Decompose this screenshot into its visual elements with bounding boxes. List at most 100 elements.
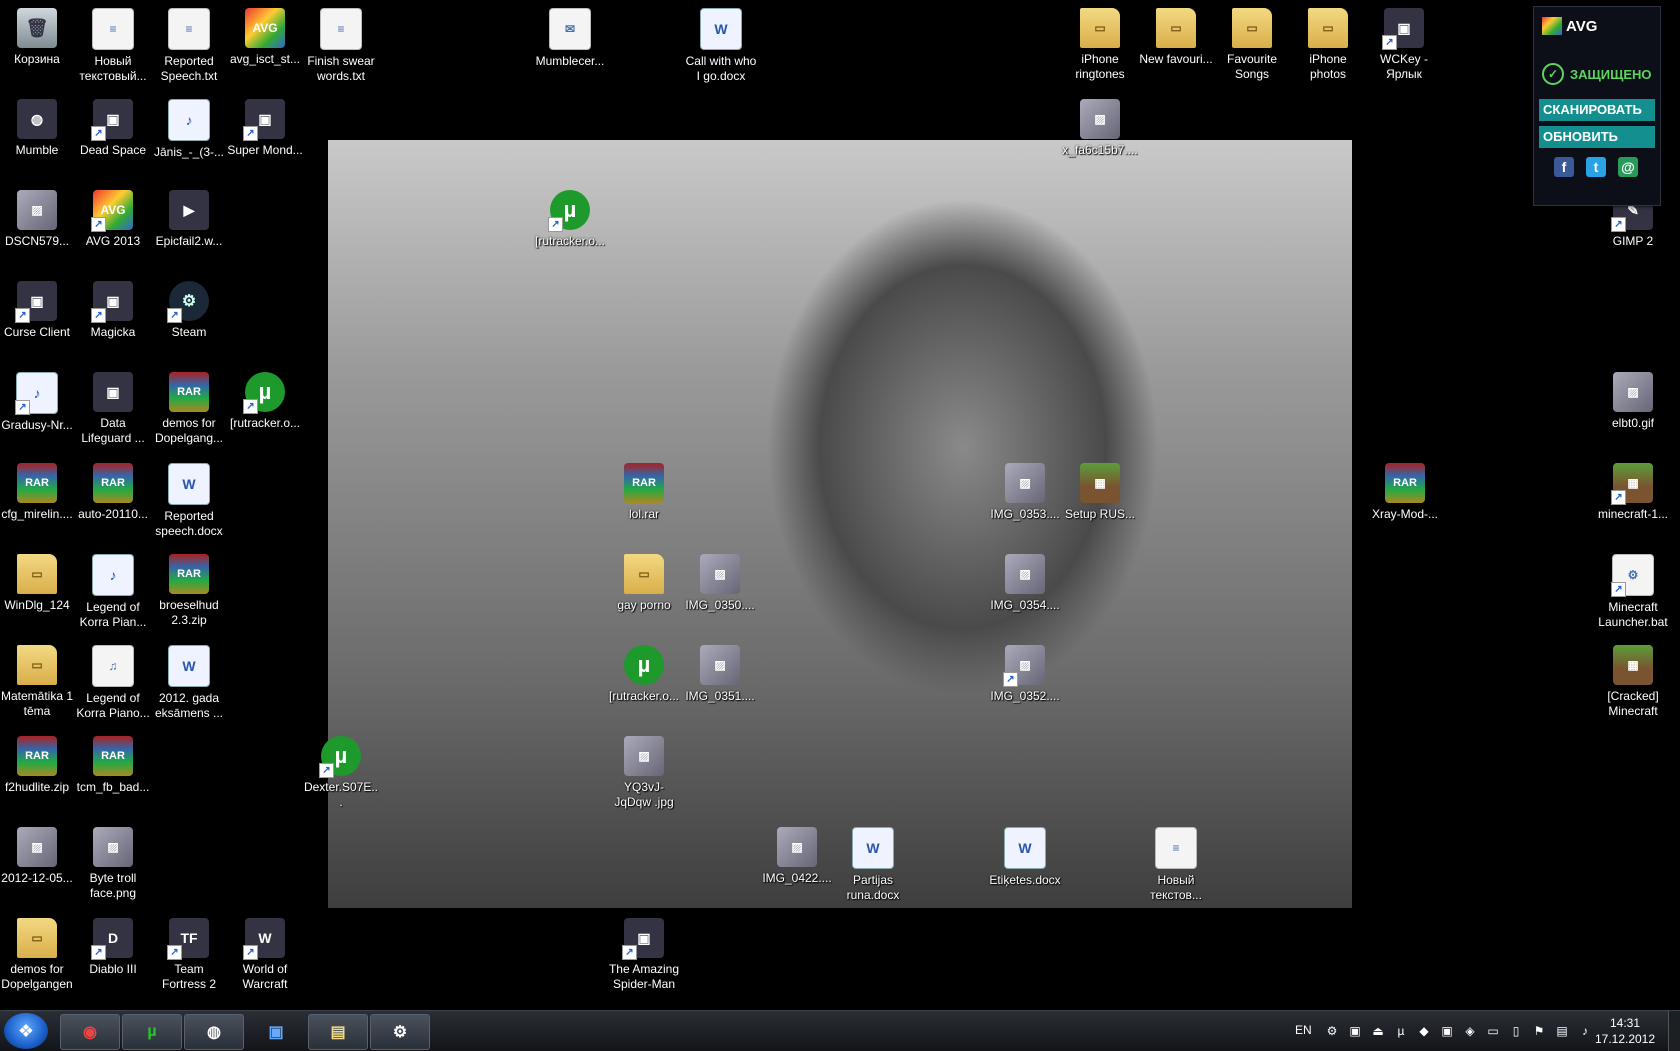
desktop-icon[interactable]: ⚙ ↗ Steam <box>149 277 229 367</box>
desktop-icon[interactable]: RAR f2hudlite.zip <box>0 732 77 822</box>
desktop-icon-label: Setup RUS... <box>1064 507 1136 521</box>
desktop-icon[interactable]: ✉ Mumblecer... <box>530 4 610 94</box>
taskbar-chrome[interactable]: ◉ <box>60 1014 120 1050</box>
desktop-icon[interactable]: ▣ ↗ Dead Space <box>73 95 153 185</box>
desktop-icon[interactable]: ▭ demos for Dopelgangen <box>0 914 77 1004</box>
monitor-tray-icon[interactable]: ▯ <box>1508 1023 1524 1039</box>
folder-icon: ▭ <box>1308 8 1348 48</box>
taskbar-steam[interactable]: ⚙ <box>370 1014 430 1050</box>
facebook-icon[interactable]: f <box>1554 157 1574 177</box>
desktop-icon[interactable]: RAR demos for Dopelgang... <box>149 368 229 458</box>
twitter-icon[interactable]: t <box>1586 157 1606 177</box>
desktop-icon[interactable]: ≡ Reported Speech.txt <box>149 4 229 94</box>
desktop-icon[interactable]: RAR tcm_fb_bad... <box>73 732 153 822</box>
desktop-icon[interactable]: ▭ New favouri... <box>1136 4 1216 94</box>
desktop-icon[interactable]: W 2012. gada eksāmens ... <box>149 641 229 731</box>
desktop-icon-label: YQ3vJ-JqDqw .jpg <box>614 780 674 809</box>
clock[interactable]: 14:31 17.12.2012 <box>1590 1015 1660 1047</box>
desktop-icon[interactable]: ▣ ↗ Magicka <box>73 277 153 367</box>
desktop-icon[interactable]: ≡ Новый текстов... <box>1136 823 1216 913</box>
steam-tray-icon[interactable]: ⚙ <box>1324 1023 1340 1039</box>
desktop-icon[interactable]: W Etiķetes.docx <box>985 823 1065 913</box>
desktop-icon[interactable]: RAR broeselhud 2.3.zip <box>149 550 229 640</box>
desktop-icon[interactable]: ▣ ↗ Super Mond... <box>225 95 305 185</box>
folder-icon: ▭ <box>1156 8 1196 48</box>
avg-update-button[interactable]: ОБНОВИТЬ <box>1539 126 1655 148</box>
desktop-icon[interactable]: 🗑 Корзина <box>0 4 77 94</box>
avg-tray-icon[interactable]: ◆ <box>1416 1023 1432 1039</box>
desktop-icon[interactable]: W ↗ World of Warcraft <box>225 914 305 1004</box>
desktop-icon[interactable]: ▦ [Cracked] Minecraft <box>1593 641 1673 731</box>
mumble-icon: ◍ <box>17 99 57 139</box>
desktop-icon[interactable]: D ↗ Diablo III <box>73 914 153 1004</box>
desktop-icon[interactable]: W Call with who I go.docx <box>681 4 761 94</box>
desktop-icon[interactable]: ▨ DSCN579... <box>0 186 77 276</box>
avg-scan-button[interactable]: СКАНИРОВАТЬ <box>1539 99 1655 121</box>
desktop-icon[interactable]: ▨ ↗ IMG_0352.... <box>985 641 1065 731</box>
desktop-icon[interactable]: µ ↗ Dexter.S07E... <box>301 732 381 822</box>
desktop[interactable]: 🗑 Корзина ≡ Новый текстовый... ≡ Reported Spe… <box>0 0 1680 1010</box>
network-tray-icon[interactable]: ▤ <box>1554 1023 1570 1039</box>
app-tray-icon[interactable]: ▣ <box>1439 1023 1455 1039</box>
desktop-icon-label: Mumblecer... <box>535 54 605 68</box>
desktop-icon[interactable]: ♪ Legend of Korra Pian... <box>73 550 153 640</box>
desktop-icon[interactable]: RAR Xray-Mod-... <box>1365 459 1445 549</box>
desktop-icon[interactable]: ▭ iPhone photos <box>1288 4 1368 94</box>
app-tray-icon[interactable]: ▣ <box>1347 1023 1363 1039</box>
desktop-icon[interactable]: RAR cfg_mirelin.... <box>0 459 77 549</box>
desktop-icon[interactable]: µ [rutracker.o... <box>604 641 684 731</box>
desktop-icon[interactable]: ▨ YQ3vJ-JqDqw .jpg <box>604 732 684 822</box>
utorrent-tray-icon[interactable]: µ <box>1393 1023 1409 1039</box>
start-button[interactable]: ❖ <box>4 1013 48 1049</box>
desktop-icon[interactable]: W Reported speech.docx <box>149 459 229 549</box>
desktop-icon[interactable]: ▨ IMG_0350.... <box>680 550 760 640</box>
desktop-icon[interactable]: ▨ IMG_0422.... <box>757 823 837 913</box>
desktop-icon[interactable]: ≡ Новый текстовый... <box>73 4 153 94</box>
desktop-icon[interactable]: ▣ ↗ Curse Client <box>0 277 77 367</box>
desktop-icon[interactable]: ♪ Jānis_-_(3-... <box>149 95 229 185</box>
desktop-icon[interactable]: RAR lol.rar <box>604 459 684 549</box>
desktop-icon[interactable]: ▣ ↗ The Amazing Spider-Man <box>604 914 684 1004</box>
desktop-icon[interactable]: ▨ elbt0.gif <box>1593 368 1673 458</box>
desktop-icon[interactable]: ▨ Byte troll face.png <box>73 823 153 913</box>
desktop-icon[interactable]: ▶ Epicfail2.w... <box>149 186 229 276</box>
desktop-icon[interactable]: ▭ gay porno <box>604 550 684 640</box>
taskbar-explorer[interactable]: ▤ <box>308 1014 368 1050</box>
desktop-icon[interactable]: ≡ Finish swear words.txt <box>301 4 381 94</box>
nvidia-tray-icon[interactable]: ◈ <box>1462 1023 1478 1039</box>
desktop-icon[interactable]: TF ↗ Team Fortress 2 <box>149 914 229 1004</box>
desktop-icon[interactable]: ▭ iPhone ringtones <box>1060 4 1140 94</box>
desktop-icon[interactable]: ▭ Matemātika 1 tēma <box>0 641 77 731</box>
desktop-icon[interactable]: µ ↗ [rutracker.o... <box>530 186 610 276</box>
desktop-icon[interactable]: ▨ IMG_0354.... <box>985 550 1065 640</box>
desktop-icon[interactable]: ▣ ↗ WCKey - Ярлык <box>1364 4 1444 94</box>
desktop-icon[interactable]: ▭ Favourite Songs <box>1212 4 1292 94</box>
desktop-icon[interactable]: µ ↗ [rutracker.o... <box>225 368 305 458</box>
taskbar-app[interactable]: ▣ <box>246 1014 306 1050</box>
desktop-icon[interactable]: ▨ IMG_0351.... <box>680 641 760 731</box>
taskbar-mumble[interactable]: ◍ <box>184 1014 244 1050</box>
shortcut-arrow-icon: ↗ <box>91 945 106 960</box>
desktop-icon[interactable]: ▦ ↗ minecraft-1... <box>1593 459 1673 549</box>
desktop-icon[interactable]: ⚙ ↗ Minecraft Launcher.bat <box>1593 550 1673 640</box>
community-icon[interactable]: @ <box>1618 157 1638 177</box>
show-desktop-button[interactable] <box>1668 1011 1680 1051</box>
desktop-icon[interactable]: ♫ Legend of Korra Piano... <box>73 641 153 731</box>
desktop-icon[interactable]: ▨ IMG_0353.... <box>985 459 1065 549</box>
desktop-icon[interactable]: AVG avg_isct_st... <box>225 4 305 94</box>
flag-tray-icon[interactable]: ⚑ <box>1531 1023 1547 1039</box>
drive-tray-icon[interactable]: ▭ <box>1485 1023 1501 1039</box>
desktop-icon[interactable]: ◍ Mumble <box>0 95 77 185</box>
desktop-icon[interactable]: AVG ↗ AVG 2013 <box>73 186 153 276</box>
desktop-icon[interactable]: ♪ ↗ Gradusy-Nr... <box>0 368 77 458</box>
taskbar-utorrent[interactable]: µ <box>122 1014 182 1050</box>
desktop-icon[interactable]: ▨ x_fa6c15b7.... <box>1060 95 1140 185</box>
desktop-icon[interactable]: ▭ WinDlg_124 <box>0 550 77 640</box>
desktop-icon[interactable]: RAR auto-20110... <box>73 459 153 549</box>
desktop-icon[interactable]: ▨ 2012-12-05... <box>0 823 77 913</box>
desktop-icon[interactable]: ▣ Data Lifeguard ... <box>73 368 153 458</box>
desktop-icon[interactable]: ▦ Setup RUS... <box>1060 459 1140 549</box>
usb-tray-icon[interactable]: ⏏ <box>1370 1023 1386 1039</box>
language-indicator[interactable]: EN <box>1295 1023 1312 1037</box>
desktop-icon[interactable]: W Partijas runa.docx <box>833 823 913 913</box>
